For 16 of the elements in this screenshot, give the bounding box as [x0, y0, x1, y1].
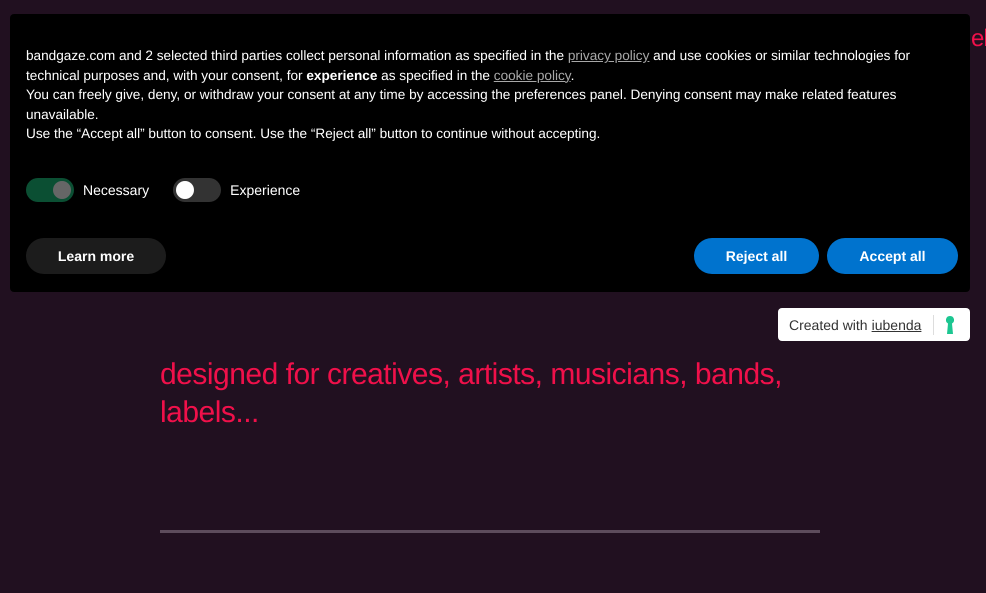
accept-all-button[interactable]: Accept all	[827, 238, 958, 274]
learn-more-button[interactable]: Learn more	[26, 238, 166, 274]
reject-all-button[interactable]: Reject all	[694, 238, 819, 274]
credit-text: Created with	[789, 316, 868, 332]
toggle-switch[interactable]	[173, 178, 222, 202]
credit-link[interactable]: iubenda	[872, 316, 922, 332]
toggle-label: Experience	[230, 182, 300, 198]
toggle-label: Necessary	[83, 182, 150, 198]
consent-text: Use the “Accept all” button to consent. Use the “Reject all” button to continue without accepting.	[26, 125, 602, 143]
heading-text: el	[971, 24, 986, 54]
tagline-text: designed for creatives, artists, musicians, bands, labels...	[160, 357, 783, 431]
keyhole-icon	[946, 316, 954, 334]
policy-link[interactable]: cookie policy	[494, 68, 571, 82]
consent-text: bandgaze.com and 2 selected third parties collect personal information as specified in the privacy policy and use cookies or similar technologies for technical purposes and, with your consent, for experience as specified in the cookie policy.	[26, 47, 912, 85]
consent-text: You can freely give, deny, or withdraw your consent at any time by accessing the preferences panel. Denying consent may make related features unavailable.	[26, 86, 898, 124]
policy-link[interactable]: privacy policy	[568, 48, 650, 63]
